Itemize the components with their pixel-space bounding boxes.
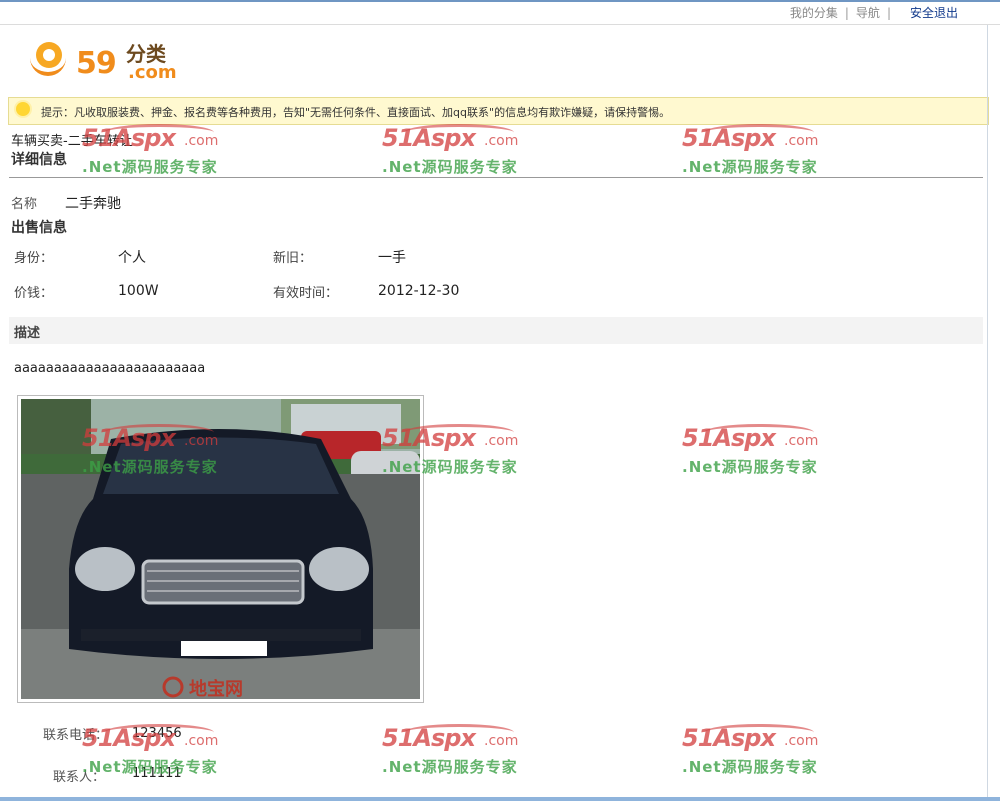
contact-person-label: 联系人：: [53, 770, 106, 785]
valid-until-value: 2012-12-30: [378, 283, 460, 299]
site-logo[interactable]: 59 分类 .com: [30, 36, 190, 86]
watermark-logo: 51Aspx .com .Net源码服务专家: [382, 124, 519, 176]
nav-separator: |: [844, 6, 849, 20]
navigation-link[interactable]: 导航: [856, 4, 880, 21]
car-photo[interactable]: 地宝网: [21, 399, 420, 699]
contact-person-value: 111111: [132, 766, 182, 781]
price-value: 100W: [118, 283, 159, 299]
page-bottom-border: [0, 797, 1000, 801]
photo-watermark-text: 地宝网: [189, 678, 243, 699]
car-photo-frame: 地宝网: [17, 395, 424, 703]
name-label: 名称: [11, 197, 38, 212]
page-right-border: [987, 25, 988, 797]
description-text: aaaaaaaaaaaaaaaaaaaaaaaa: [14, 361, 206, 376]
car-image: 地宝网: [21, 399, 420, 699]
logo-domain: .com: [128, 62, 177, 83]
phone-label: 联系电话：: [43, 728, 109, 743]
name-value: 二手奔驰: [65, 196, 121, 212]
detail-section-title: 详细信息: [11, 152, 67, 168]
logo-number: 59: [76, 46, 117, 81]
sale-section-title: 出售信息: [11, 220, 67, 236]
valid-until-label: 有效时间：: [273, 286, 339, 301]
price-label: 价钱：: [14, 286, 54, 301]
watermark-logo: 51Aspx .com .Net源码服务专家: [682, 124, 819, 176]
breadcrumb: 车辆买卖-二手车转让: [11, 134, 133, 149]
description-header: 描述: [9, 317, 983, 344]
top-border: [0, 0, 1000, 2]
watermark-logo: 51Aspx .com .Net源码服务专家: [682, 724, 819, 776]
phone-value: 123456: [132, 726, 182, 741]
fraud-warning-text: 提示：凡收取服装费、押金、报名费等各种费用，告知"无需任何条件、直接面试、加qq…: [41, 106, 671, 119]
description-title: 描述: [14, 326, 41, 341]
identity-value: 个人: [118, 250, 146, 266]
section-divider: [9, 177, 983, 178]
lightbulb-icon: [16, 102, 30, 116]
header-divider: [0, 24, 1000, 25]
logo-swoosh: [30, 58, 66, 76]
nav-separator: |: [886, 6, 891, 20]
top-nav: 我的分集 | 导航 | 安全退出: [790, 4, 958, 21]
watermark-logo: 51Aspx .com .Net源码服务专家: [682, 424, 819, 476]
logout-link[interactable]: 安全退出: [910, 4, 958, 21]
watermark-logo: 51Aspx .com .Net源码服务专家: [382, 724, 519, 776]
identity-label: 身份：: [14, 251, 54, 266]
fraud-warning-bar: 提示：凡收取服装费、押金、报名费等各种费用，告知"无需任何条件、直接面试、加qq…: [8, 97, 989, 125]
my-listings-link[interactable]: 我的分集: [790, 4, 838, 21]
condition-value: 一手: [378, 250, 406, 266]
condition-label: 新旧：: [273, 251, 313, 266]
